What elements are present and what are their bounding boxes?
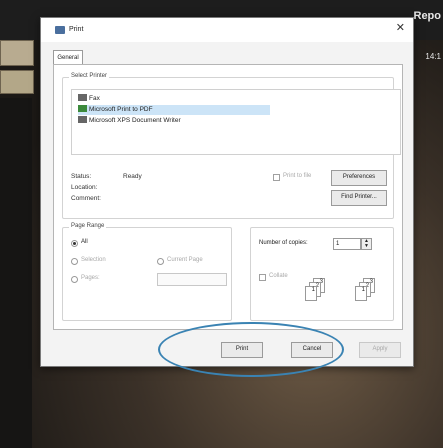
selection-label: Selection <box>81 257 106 263</box>
printer-icon <box>55 26 65 34</box>
pages-input[interactable] <box>157 273 227 286</box>
printer-name: Microsoft XPS Document Writer <box>89 117 181 124</box>
page-range-group: Page Range All Selection Current Page Pa… <box>62 223 232 321</box>
printer-item-pdf[interactable]: Microsoft Print to PDF <box>78 105 270 115</box>
all-radio[interactable] <box>71 240 78 247</box>
comment-label: Comment: <box>71 195 101 202</box>
dialog-titlebar: Print ✕ <box>41 18 413 42</box>
page-range-legend: Page Range <box>69 223 107 229</box>
collate-page: 1 <box>355 286 367 301</box>
dialog-title: Print <box>69 26 84 33</box>
fax-icon <box>78 94 87 101</box>
pages-label: Pages: <box>81 275 100 281</box>
location-label: Location: <box>71 184 98 191</box>
printer-icon <box>78 116 87 123</box>
status-label: Status: <box>71 173 92 180</box>
background-app-title: Repo <box>413 10 442 22</box>
all-label: All <box>81 239 88 245</box>
close-button[interactable]: ✕ <box>396 23 405 34</box>
copies-group: Number of copies: 1 ▲ ▼ Collate 3 2 1 3 2… <box>250 227 394 321</box>
selection-radio[interactable] <box>71 258 78 265</box>
printer-item-xps[interactable]: Microsoft XPS Document Writer <box>78 116 181 126</box>
copies-stepper[interactable]: ▲ ▼ <box>361 238 372 250</box>
preferences-button[interactable]: Preferences <box>331 170 387 186</box>
highlight-oval-annotation <box>158 322 344 377</box>
number-of-copies-label: Number of copies: <box>259 240 308 246</box>
copies-input[interactable]: 1 <box>333 238 361 250</box>
printer-list: Fax Microsoft Print to PDF Microsoft XPS… <box>71 89 401 155</box>
collate-label: Collate <box>269 273 288 279</box>
background-panel-tab <box>0 40 34 66</box>
general-tab-panel: Select Printer Fax Microsoft Print to PD… <box>53 64 403 330</box>
printer-item-fax[interactable]: Fax <box>78 94 100 104</box>
collate-checkbox[interactable] <box>259 274 266 281</box>
pages-radio[interactable] <box>71 276 78 283</box>
background-sidebar <box>0 98 32 448</box>
printer-icon <box>78 105 87 112</box>
printer-name: Fax <box>89 95 100 102</box>
printer-name: Microsoft Print to PDF <box>89 106 153 113</box>
print-dialog: Print ✕ General Select Printer Fax Micro… <box>40 17 414 367</box>
select-printer-group: Select Printer Fax Microsoft Print to PD… <box>62 73 401 219</box>
background-time-label: 14:1 <box>425 52 441 61</box>
print-to-file-label: Print to file <box>283 173 312 179</box>
print-to-file-checkbox[interactable] <box>273 174 280 181</box>
select-printer-legend: Select Printer <box>69 73 110 79</box>
find-printer-button[interactable]: Find Printer... <box>331 190 387 206</box>
apply-button[interactable]: Apply <box>359 342 401 358</box>
collate-page: 1 <box>305 286 317 301</box>
background-panel-tab <box>0 70 34 94</box>
status-value: Ready <box>123 173 142 180</box>
current-page-label: Current Page <box>167 257 203 263</box>
current-page-radio[interactable] <box>157 258 164 265</box>
